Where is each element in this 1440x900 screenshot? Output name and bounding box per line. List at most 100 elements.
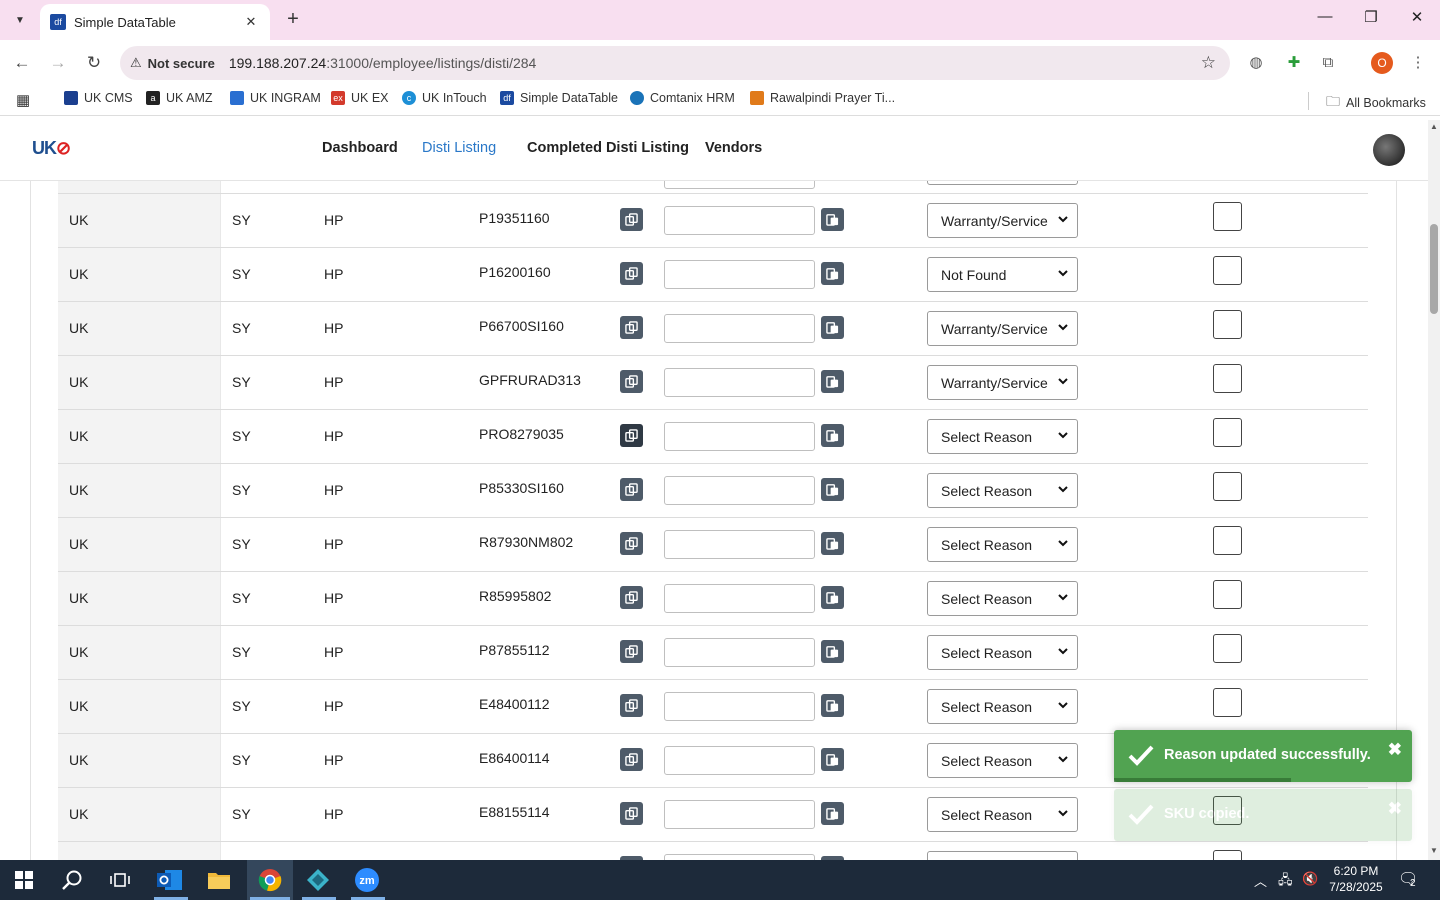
paste-sku-button[interactable]	[821, 532, 844, 555]
row-checkbox[interactable]	[1213, 310, 1242, 339]
paste-sku-button[interactable]	[821, 316, 844, 339]
paste-sku-button[interactable]	[821, 262, 844, 285]
reason-select[interactable]: Warranty/Service	[927, 203, 1078, 238]
scroll-up-arrow-icon[interactable]: ▲	[1428, 122, 1440, 131]
sku-input[interactable]	[664, 476, 815, 505]
scroll-down-arrow-icon[interactable]: ▼	[1428, 846, 1440, 855]
row-checkbox[interactable]	[1213, 256, 1242, 285]
reason-select[interactable]: Select Reason	[927, 581, 1078, 616]
forward-arrow-icon[interactable]: →	[46, 51, 70, 75]
row-checkbox[interactable]	[1213, 580, 1242, 609]
paste-sku-button[interactable]	[821, 586, 844, 609]
app-diamond-icon[interactable]	[302, 864, 334, 896]
nav-vendors[interactable]: Vendors	[705, 140, 762, 156]
reason-select[interactable]	[927, 181, 1078, 185]
browser-tab-active[interactable]: df Simple DataTable ✕	[40, 4, 270, 40]
row-checkbox[interactable]	[1213, 202, 1242, 231]
copy-sku-button[interactable]	[620, 802, 643, 825]
translate-globe-icon[interactable]: ◍	[1244, 51, 1268, 75]
minimize-icon[interactable]: —	[1310, 8, 1340, 25]
bookmark-uk-ingram[interactable]: UK INGRAM	[230, 91, 321, 105]
row-checkbox[interactable]	[1213, 634, 1242, 663]
copy-sku-button[interactable]	[620, 316, 643, 339]
row-checkbox[interactable]	[1213, 472, 1242, 501]
reason-select[interactable]: Select Reason	[927, 527, 1078, 562]
copy-sku-button[interactable]	[620, 748, 643, 771]
extension-puzzle-green-icon[interactable]: ✚	[1282, 51, 1306, 75]
copy-sku-button[interactable]	[620, 640, 643, 663]
paste-sku-button[interactable]	[821, 370, 844, 393]
sku-input[interactable]	[664, 314, 815, 343]
sku-input[interactable]	[664, 638, 815, 667]
copy-sku-button[interactable]	[620, 478, 643, 501]
reason-select[interactable]: Warranty/Service	[927, 311, 1078, 346]
all-bookmarks[interactable]: 🗀 All Bookmarks	[1326, 91, 1426, 115]
bookmark-uk-amz[interactable]: a UK AMZ	[146, 91, 213, 105]
copy-sku-button[interactable]	[620, 262, 643, 285]
sku-input[interactable]	[664, 530, 815, 559]
sku-input[interactable]	[664, 181, 815, 189]
close-window-icon[interactable]: ✕	[1402, 8, 1432, 26]
volume-muted-icon[interactable]: 🔇	[1302, 871, 1318, 887]
row-checkbox[interactable]	[1213, 688, 1242, 717]
toast-success[interactable]: Reason updated successfully. ✖	[1114, 730, 1412, 782]
file-explorer-icon[interactable]	[203, 864, 235, 896]
tab-close-icon[interactable]: ✕	[242, 14, 260, 30]
copy-sku-button[interactable]	[620, 694, 643, 717]
zoom-icon[interactable]: zm	[351, 864, 383, 896]
row-checkbox[interactable]	[1213, 850, 1242, 860]
toast-close-icon[interactable]: ✖	[1388, 799, 1402, 819]
reload-icon[interactable]: ↻	[82, 51, 106, 75]
paste-sku-button[interactable]	[821, 802, 844, 825]
warning-triangle-icon[interactable]: ⚠	[130, 55, 142, 71]
paste-sku-button[interactable]	[821, 640, 844, 663]
sku-input[interactable]	[664, 584, 815, 613]
row-checkbox[interactable]	[1213, 418, 1242, 447]
reason-select[interactable]: Select Reason	[927, 473, 1078, 508]
kebab-menu-icon[interactable]: ⋮	[1406, 51, 1430, 75]
nav-completed-disti-listing[interactable]: Completed Disti Listing	[527, 140, 689, 156]
reason-select[interactable]: Not Found	[927, 257, 1078, 292]
bookmark-star-icon[interactable]: ☆	[1201, 53, 1216, 73]
sku-input[interactable]	[664, 260, 815, 289]
profile-avatar[interactable]: O	[1371, 52, 1393, 74]
paste-sku-button[interactable]	[821, 694, 844, 717]
user-avatar[interactable]	[1373, 134, 1405, 166]
reason-select[interactable]: Select Reason	[927, 797, 1078, 832]
extensions-puzzle-icon[interactable]: ⧉	[1316, 51, 1340, 75]
restore-icon[interactable]: ❐	[1356, 8, 1386, 26]
paste-sku-button[interactable]	[821, 478, 844, 501]
copy-sku-button[interactable]	[620, 424, 643, 447]
chrome-icon[interactable]	[254, 864, 286, 896]
bookmark-uk-cms[interactable]: UK CMS	[64, 91, 133, 105]
toast-close-icon[interactable]: ✖	[1388, 740, 1402, 760]
row-checkbox[interactable]	[1213, 364, 1242, 393]
copy-sku-button[interactable]	[620, 532, 643, 555]
back-arrow-icon[interactable]: ←	[10, 51, 34, 75]
system-clock[interactable]: 6:20 PM 7/28/2025	[1322, 863, 1390, 895]
nav-disti-listing[interactable]: Disti Listing	[422, 140, 496, 156]
row-checkbox[interactable]	[1213, 526, 1242, 555]
paste-sku-button[interactable]	[821, 208, 844, 231]
page-scrollbar[interactable]: ▲ ▼	[1428, 120, 1440, 860]
reason-select[interactable]: Select Reason	[927, 419, 1078, 454]
paste-sku-button[interactable]	[821, 424, 844, 447]
reason-select[interactable]: Select Reason	[927, 743, 1078, 778]
nav-dashboard[interactable]: Dashboard	[322, 140, 398, 156]
sku-input[interactable]	[664, 692, 815, 721]
bookmark-rawalpindi-prayer[interactable]: Rawalpindi Prayer Ti...	[750, 91, 895, 105]
toast-secondary[interactable]: SKU copied. ✖	[1114, 789, 1412, 841]
sku-input[interactable]	[664, 206, 815, 235]
scrollbar-thumb[interactable]	[1430, 224, 1438, 314]
reason-select[interactable]: Warranty/Service	[927, 365, 1078, 400]
sku-input[interactable]	[664, 422, 815, 451]
reason-select[interactable]: Select Reason	[927, 635, 1078, 670]
bookmark-uk-intouch[interactable]: c UK InTouch	[402, 91, 487, 105]
address-bar[interactable]: ⚠ Not secure 199.188.207.24:31000/employ…	[120, 46, 1230, 80]
windows-start-icon[interactable]	[8, 864, 40, 896]
task-view-icon[interactable]	[104, 864, 136, 896]
sku-input[interactable]	[664, 800, 815, 829]
search-icon[interactable]	[56, 864, 88, 896]
bookmark-uk-ex[interactable]: ex UK EX	[331, 91, 389, 105]
copy-sku-button[interactable]	[620, 586, 643, 609]
